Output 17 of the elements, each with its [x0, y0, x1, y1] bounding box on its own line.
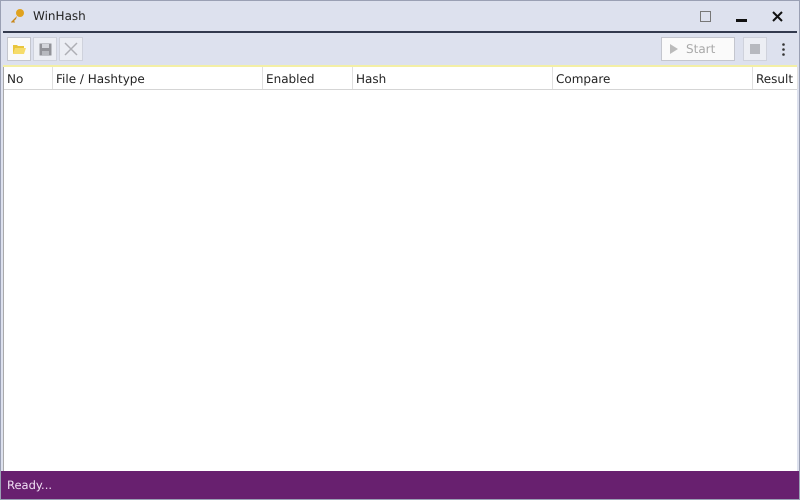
close-icon	[63, 41, 79, 57]
column-header[interactable]: No	[4, 67, 53, 89]
column-header[interactable]: Hash	[353, 67, 553, 89]
play-icon	[670, 44, 678, 54]
maximize-icon	[700, 10, 710, 22]
window-title: WinHash	[33, 9, 87, 23]
column-header[interactable]: File / Hashtype	[53, 67, 263, 89]
status-text: Ready...	[7, 478, 52, 492]
more-icon	[782, 42, 784, 56]
column-header[interactable]: Compare	[553, 67, 753, 89]
folder-icon	[12, 43, 26, 55]
stop-icon	[750, 44, 760, 54]
minimize-icon	[736, 18, 746, 22]
column-header[interactable]: Enabled	[263, 67, 353, 89]
close-icon	[772, 10, 782, 22]
key-icon	[9, 8, 25, 24]
column-header[interactable]: Result	[753, 67, 798, 89]
